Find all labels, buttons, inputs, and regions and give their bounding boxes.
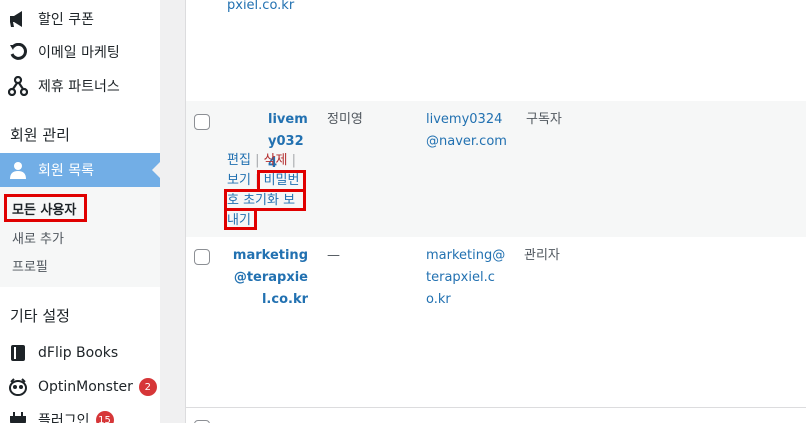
- table-row: pxiel.co.kr: [186, 0, 806, 101]
- content-gutter: [160, 0, 185, 423]
- row-checkbox[interactable]: [194, 114, 210, 130]
- menu-item-optinmonster[interactable]: OptinMonster 2: [0, 370, 160, 404]
- users-table: pxiel.co.kr livemy0324 정미영 livemy0324@na…: [185, 0, 806, 423]
- menu-label: OptinMonster: [38, 379, 133, 395]
- user-role: 관리자: [524, 248, 560, 263]
- username-link[interactable]: marketing@terapxiel.co.kr: [226, 245, 308, 311]
- submenu-add-new[interactable]: 새로 추가: [12, 228, 64, 247]
- user-name: —: [327, 248, 340, 263]
- menu-label: 제휴 파트너스: [38, 79, 120, 95]
- menu-item-dflip[interactable]: dFlip Books: [0, 336, 160, 370]
- table-row: [186, 407, 806, 423]
- section-title-users: 회원 관리: [10, 126, 70, 144]
- share-nodes-icon: [8, 76, 28, 96]
- menu-label: 회원 목록: [38, 163, 94, 179]
- email-link[interactable]: marketing@terapxiel.co.kr: [426, 245, 506, 311]
- menu-label: 할인 쿠폰: [38, 12, 94, 28]
- user-name: 정미영: [327, 112, 363, 127]
- highlight-box: [4, 194, 87, 222]
- user-role: 구독자: [526, 112, 562, 127]
- notification-badge: 2: [138, 378, 157, 396]
- row-checkbox[interactable]: [194, 249, 210, 265]
- menu-item-coupons[interactable]: 할인 쿠폰: [0, 2, 160, 36]
- plugin-icon: [8, 410, 28, 423]
- user-icon: [8, 160, 28, 180]
- notification-badge: 15: [95, 411, 114, 423]
- menu-label: dFlip Books: [38, 345, 119, 361]
- menu-item-plugins[interactable]: 플러그인 15: [0, 403, 160, 423]
- book-icon: [8, 343, 28, 363]
- megaphone-icon: [8, 9, 28, 29]
- view-link[interactable]: 보기: [227, 173, 251, 188]
- separator: |: [291, 153, 297, 168]
- menu-label: 플러그인: [38, 413, 90, 423]
- menu-item-user-list[interactable]: 회원 목록: [0, 153, 160, 187]
- monster-icon: [8, 377, 28, 397]
- table-row: marketing@terapxiel.co.kr — marketing@te…: [186, 237, 806, 407]
- delete-link[interactable]: 삭제: [264, 153, 288, 168]
- highlight-box: [224, 208, 257, 230]
- section-title-other: 기타 설정: [10, 307, 70, 325]
- email-link[interactable]: livemy0324@naver.com: [426, 109, 511, 153]
- table-row: livemy0324 정미영 livemy0324@naver.com 구독자 …: [186, 101, 806, 237]
- email-link[interactable]: pxiel.co.kr: [227, 0, 294, 17]
- separator: |: [255, 153, 264, 168]
- menu-item-affiliates[interactable]: 제휴 파트너스: [0, 69, 160, 103]
- menu-label: 이메일 마케팅: [38, 45, 120, 61]
- menu-item-email-marketing[interactable]: 이메일 마케팅: [0, 35, 160, 69]
- submenu-profile[interactable]: 프로필: [12, 256, 48, 275]
- edit-link[interactable]: 편집: [227, 153, 251, 168]
- refresh-icon: [8, 42, 28, 62]
